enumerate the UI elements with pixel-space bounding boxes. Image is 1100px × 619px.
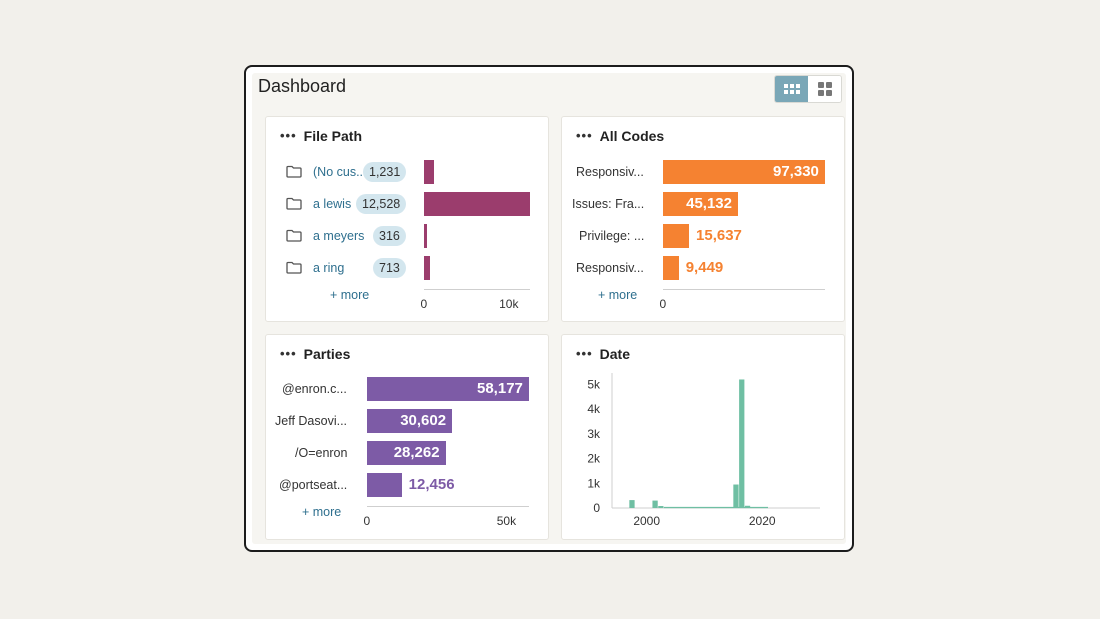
category-label: Issues: Fra... bbox=[572, 197, 645, 211]
bar[interactable] bbox=[663, 224, 690, 248]
y-tick-label: 5k bbox=[587, 377, 601, 391]
folder-link[interactable]: a meyers bbox=[313, 229, 364, 243]
page-title: Dashboard bbox=[258, 76, 347, 96]
card-menu-icon[interactable]: ••• bbox=[280, 129, 297, 142]
x-axis bbox=[663, 289, 825, 290]
folder-link[interactable]: (No cus... bbox=[313, 165, 367, 179]
dashboard-canvas: Dashboard ••• File Path (No cus... 1,231 a… bbox=[252, 73, 846, 544]
x-axis bbox=[367, 506, 529, 507]
value-label: 15,637 bbox=[696, 227, 742, 244]
file-path-card: ••• File Path (No cus... 1,231 a lewis 12,5… bbox=[265, 116, 549, 322]
bar[interactable] bbox=[367, 473, 402, 497]
count-badge: 713 bbox=[373, 258, 406, 278]
category-label: @portseat... bbox=[279, 478, 348, 492]
count-badge: 316 bbox=[373, 226, 406, 246]
folder-icon bbox=[286, 229, 302, 242]
value-label: 45,132 bbox=[686, 195, 732, 212]
tick-label: 0 bbox=[659, 297, 667, 311]
value-label: 30,602 bbox=[400, 412, 447, 429]
all-codes-card: ••• All Codes Responsiv... 97,330 Issues: … bbox=[561, 116, 845, 322]
tick-label: 0 bbox=[420, 297, 428, 311]
y-tick-label: 1k bbox=[587, 476, 601, 490]
category-label: Privilege: ... bbox=[579, 229, 645, 243]
date-histogram: 0 1k 2k 3k 4k 5k 2000 2020 bbox=[587, 373, 820, 528]
parties-card: ••• Parties @enron.c... 58,177 Jeff Dasovi… bbox=[265, 334, 549, 540]
category-label: /O=enron bbox=[295, 446, 348, 460]
y-tick-label: 4k bbox=[587, 402, 601, 416]
dashboard-window: Dashboard ••• File Path (No cus... 1,231 a… bbox=[244, 65, 854, 552]
x-tick-label: 2020 bbox=[749, 514, 776, 528]
more-link[interactable]: + more bbox=[598, 288, 637, 302]
bar[interactable] bbox=[424, 160, 435, 184]
card-title: Parties bbox=[303, 346, 351, 362]
y-tick-label: 3k bbox=[587, 427, 601, 441]
histogram-bar bbox=[652, 500, 658, 508]
grid-3x3-icon[interactable] bbox=[775, 76, 808, 102]
folder-icon bbox=[286, 261, 302, 274]
tick-label: 0 bbox=[363, 514, 371, 528]
x-tick-label: 2000 bbox=[633, 514, 660, 528]
value-label: 12,456 bbox=[408, 476, 455, 493]
category-label: Responsiv... bbox=[576, 165, 644, 179]
tick-label: 50k bbox=[496, 514, 517, 528]
histogram-bar bbox=[733, 484, 739, 508]
folder-link[interactable]: a lewis bbox=[313, 197, 351, 211]
category-label: Responsiv... bbox=[576, 261, 644, 275]
count-badge: 12,528 bbox=[356, 194, 407, 214]
folder-icon bbox=[286, 165, 302, 178]
value-label: 58,177 bbox=[477, 380, 523, 397]
category-label: Jeff Dasovi... bbox=[275, 414, 348, 428]
histogram-bar bbox=[739, 379, 745, 508]
bar[interactable] bbox=[663, 256, 679, 280]
bar[interactable] bbox=[424, 224, 427, 248]
histogram-bar bbox=[629, 500, 635, 508]
card-menu-icon[interactable]: ••• bbox=[576, 129, 593, 142]
x-axis bbox=[424, 289, 530, 290]
grid-2x2-icon[interactable] bbox=[808, 76, 841, 102]
more-link[interactable]: + more bbox=[330, 288, 369, 302]
value-label: 9,449 bbox=[685, 259, 724, 276]
card-title: All Codes bbox=[599, 128, 665, 144]
y-tick-label: 2k bbox=[587, 452, 601, 466]
folder-icon bbox=[286, 197, 302, 210]
date-card: ••• Date 0 1k 2k 3k 4k 5k 2000 2020 bbox=[561, 334, 845, 540]
card-menu-icon[interactable]: ••• bbox=[280, 347, 297, 360]
y-tick-label: 0 bbox=[593, 501, 600, 515]
value-label: 97,330 bbox=[773, 163, 819, 180]
value-label: 28,262 bbox=[393, 444, 440, 461]
histogram-bar bbox=[658, 506, 664, 508]
category-label: @enron.c... bbox=[282, 382, 347, 396]
card-title: File Path bbox=[303, 128, 363, 144]
bar[interactable] bbox=[424, 192, 530, 216]
count-badge: 1,231 bbox=[363, 162, 407, 182]
bar[interactable] bbox=[424, 256, 431, 280]
folder-link[interactable]: a ring bbox=[313, 261, 344, 275]
more-link[interactable]: + more bbox=[302, 505, 341, 519]
view-toggle bbox=[774, 75, 842, 103]
tick-label: 10k bbox=[499, 297, 519, 311]
